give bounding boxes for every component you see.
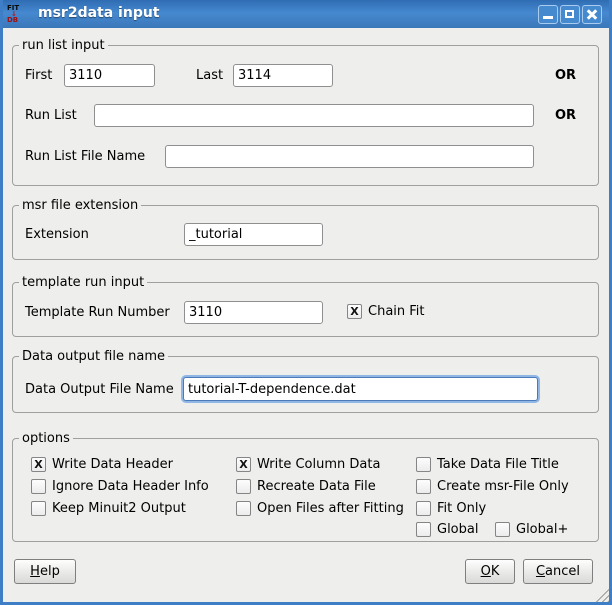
- msr2data-dialog: FIT ↓ DB msr2data input run list input F…: [0, 0, 612, 605]
- help-button[interactable]: Help: [14, 559, 76, 584]
- run-list-input[interactable]: [94, 104, 534, 127]
- maximize-button[interactable]: [560, 5, 580, 24]
- app-icon: FIT ↓ DB: [7, 3, 29, 25]
- checkbox-global-plus[interactable]: Global+: [495, 522, 568, 537]
- checkbox-global[interactable]: Global: [416, 522, 478, 537]
- first-label: First: [25, 68, 52, 83]
- run-list-file-name-input[interactable]: [165, 145, 534, 168]
- data-output-file-name-label: Data Output File Name: [25, 382, 174, 397]
- checkbox-write-data-header[interactable]: X Write Data Header: [31, 457, 173, 472]
- chain-fit-checkbox-label: Chain Fit: [368, 304, 425, 319]
- ok-button[interactable]: OK: [465, 559, 515, 584]
- last-label: Last: [196, 68, 223, 83]
- minimize-button[interactable]: [538, 5, 558, 24]
- close-button[interactable]: [582, 5, 602, 24]
- run-list-label: Run List: [25, 108, 77, 123]
- checkbox-fit-only[interactable]: Fit Only: [416, 501, 486, 516]
- maximize-icon: [565, 10, 574, 18]
- minimize-icon: [543, 16, 553, 19]
- checkbox-write-column-data[interactable]: X Write Column Data: [236, 457, 380, 472]
- cancel-button[interactable]: Cancel: [523, 559, 593, 584]
- group-run-list-input-title: run list input: [19, 38, 108, 53]
- app-icon-db-text: DB: [7, 17, 18, 23]
- window-title: msr2data input: [38, 5, 160, 21]
- chain-fit-checkbox-box: X: [347, 304, 362, 319]
- checkbox-take-data-file-title[interactable]: Take Data File Title: [416, 457, 559, 472]
- checkbox-open-files-after-fitting[interactable]: Open Files after Fitting: [236, 501, 404, 516]
- title-bar[interactable]: FIT ↓ DB msr2data input: [0, 0, 612, 28]
- template-run-number-input[interactable]: [184, 301, 323, 324]
- data-output-file-name-input[interactable]: [183, 377, 538, 401]
- group-data-output-file-name-title: Data output file name: [19, 349, 168, 364]
- checkbox-recreate-data-file[interactable]: Recreate Data File: [236, 479, 376, 494]
- first-run-input[interactable]: [64, 64, 155, 87]
- group-msr-file-extension-title: msr file extension: [19, 198, 141, 213]
- checkbox-create-msr-file-only[interactable]: Create msr-File Only: [416, 479, 569, 494]
- extension-input[interactable]: [184, 223, 323, 246]
- or-label-1: OR: [555, 68, 576, 83]
- checkbox-ignore-data-header-info[interactable]: Ignore Data Header Info: [31, 479, 209, 494]
- template-run-number-label: Template Run Number: [25, 305, 170, 320]
- run-list-file-name-label: Run List File Name: [25, 149, 145, 164]
- chain-fit-checkbox[interactable]: X Chain Fit: [347, 304, 425, 319]
- last-run-input[interactable]: [233, 64, 333, 87]
- checkbox-keep-minuit2-output[interactable]: Keep Minuit2 Output: [31, 501, 186, 516]
- or-label-2: OR: [555, 108, 576, 123]
- resize-grip[interactable]: [594, 587, 609, 602]
- extension-label: Extension: [25, 227, 89, 242]
- group-template-run-input-title: template run input: [19, 275, 147, 290]
- group-options-title: options: [19, 431, 73, 446]
